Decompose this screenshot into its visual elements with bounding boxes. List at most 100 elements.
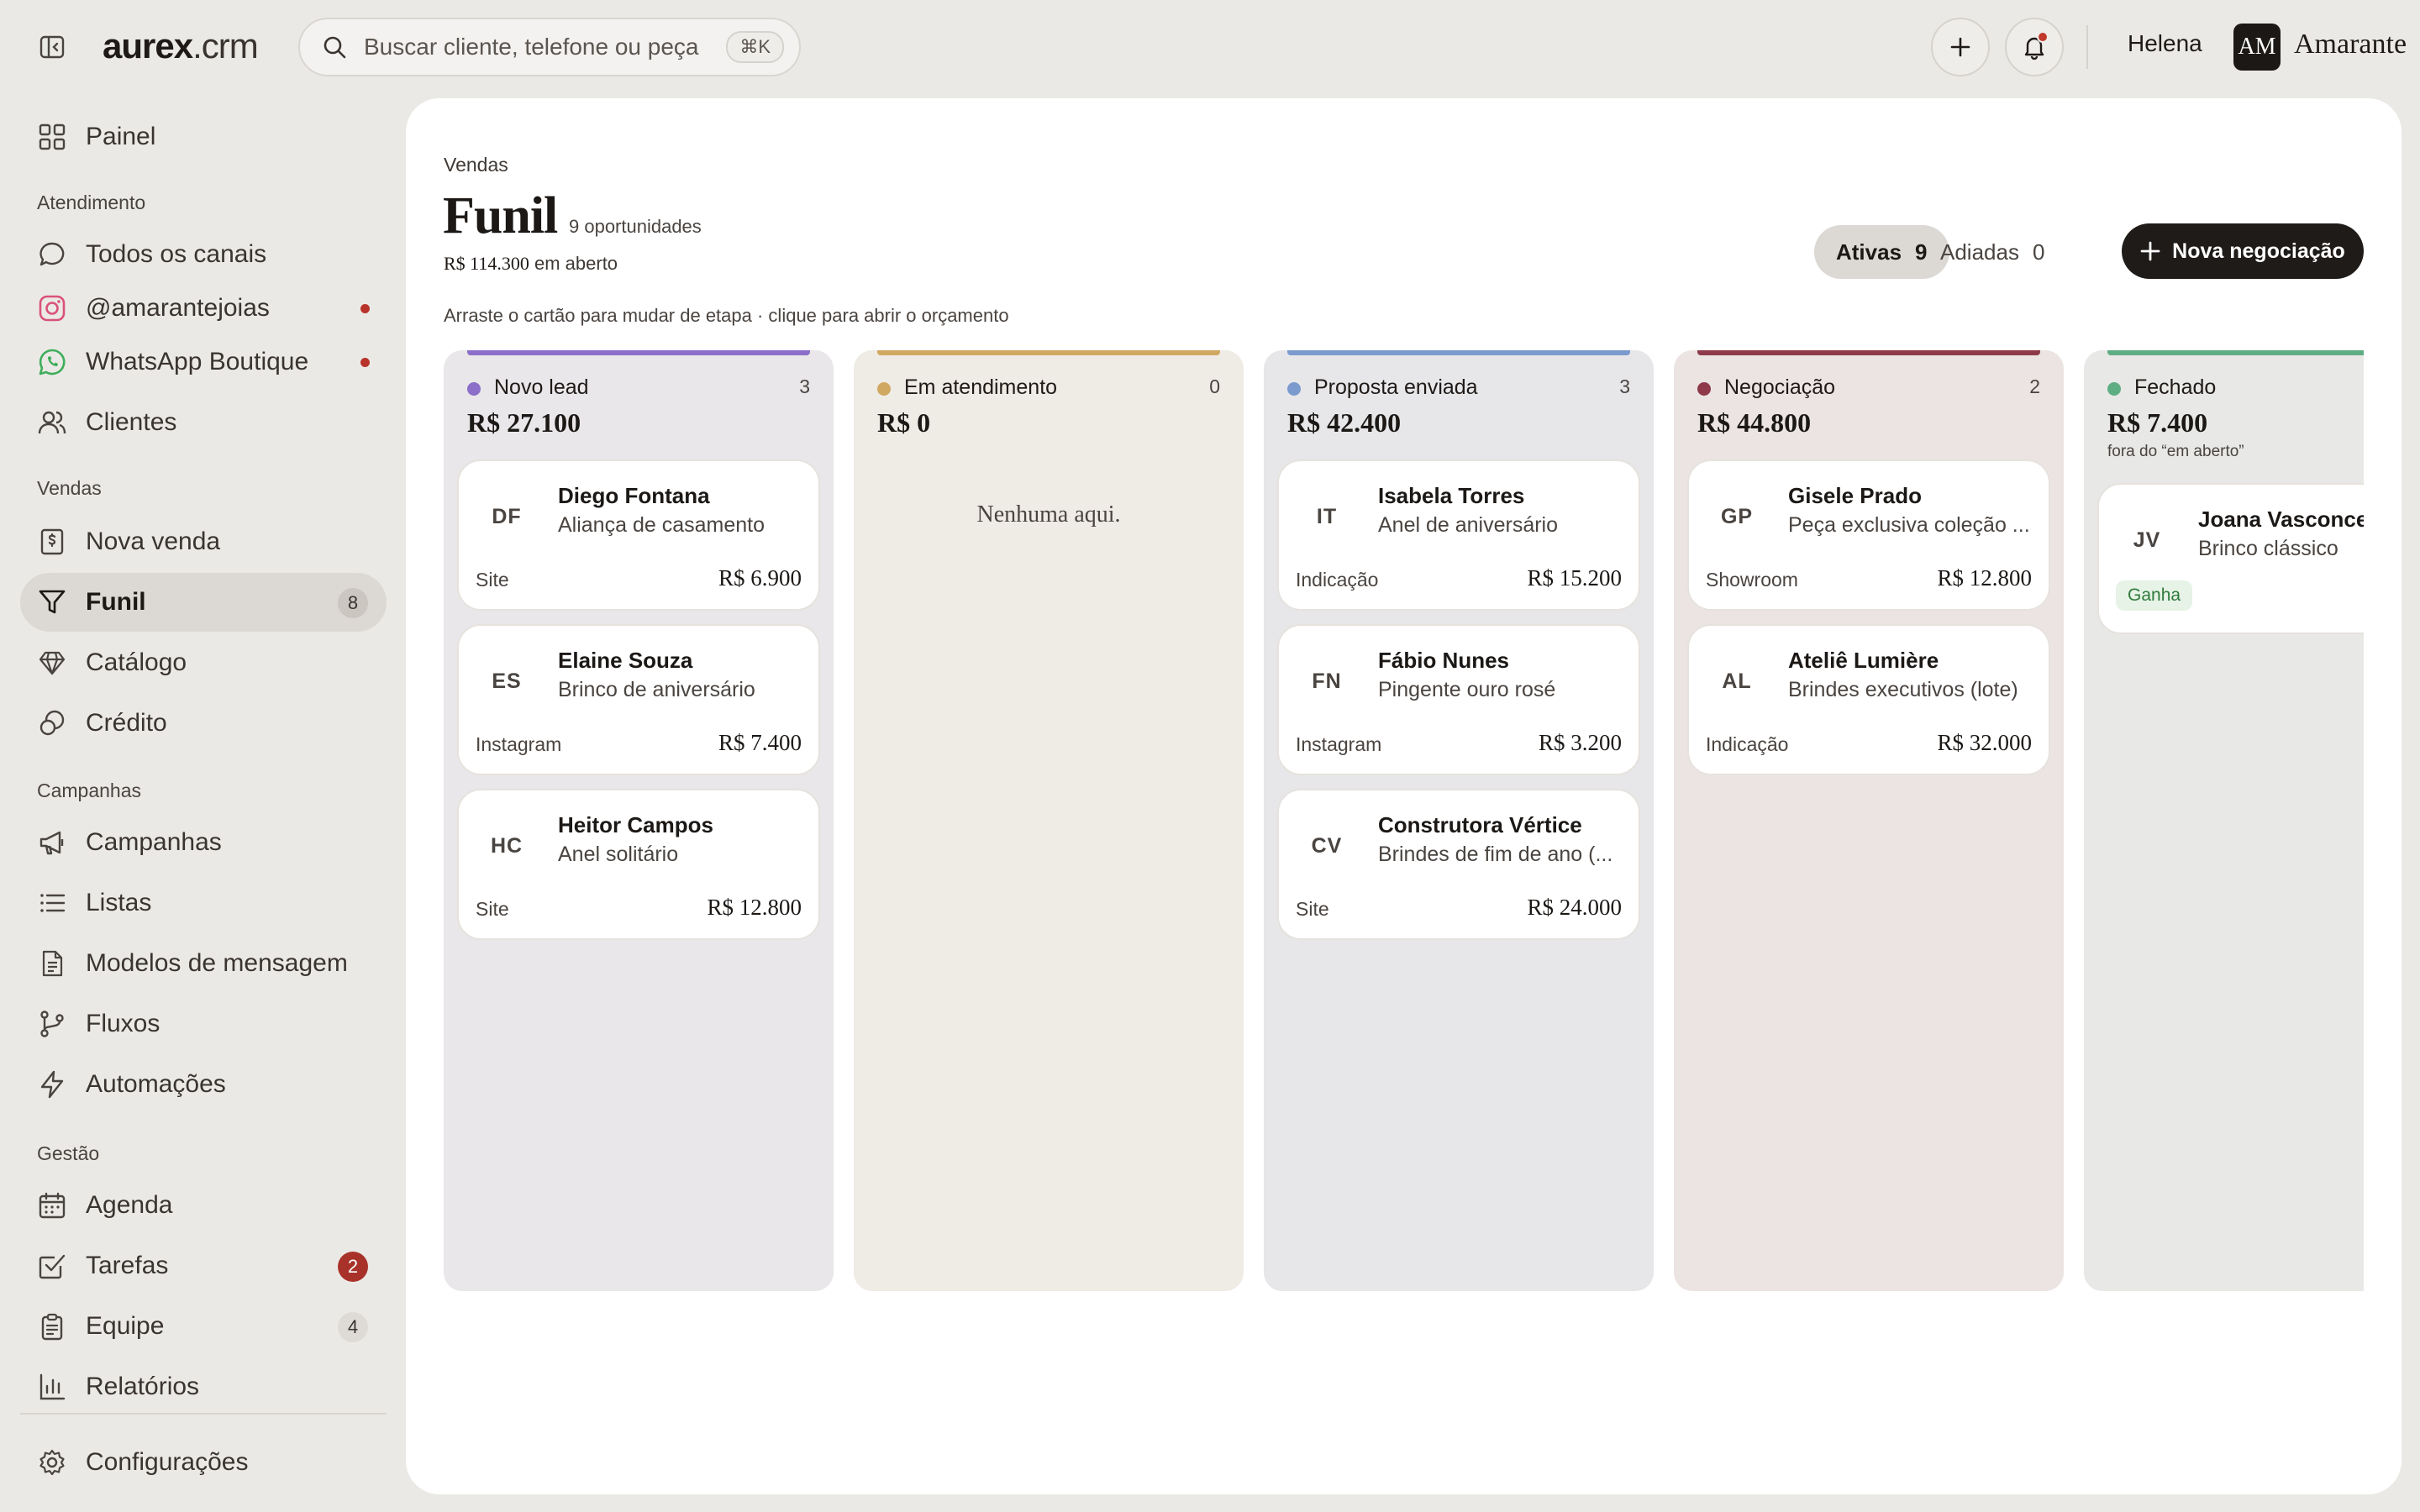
brand-name[interactable]: Amarante	[2294, 29, 2407, 60]
column-total: R$ 27.100	[467, 407, 581, 438]
sidebar-item-label: Todos os canais	[86, 240, 267, 268]
deal-client-name: Ateliê Lumière	[1788, 648, 1939, 673]
deal-value: R$ 12.800	[1937, 565, 2032, 591]
megaphone-icon	[37, 827, 67, 858]
notifications-button[interactable]	[2005, 18, 2064, 76]
lightning-icon	[37, 1069, 67, 1100]
sidebar-item-whatsapp[interactable]: WhatsApp Boutique	[20, 333, 387, 391]
search-input[interactable]: Buscar cliente, telefone ou peça ⌘K	[298, 18, 801, 76]
sidebar-item-label: Crédito	[86, 709, 167, 737]
status-badge: Ganha	[2116, 580, 2193, 611]
sidebar-item-label: Modelos de mensagem	[86, 949, 348, 977]
pipeline-column: Proposta enviada 3 R$ 42.400 IT Isabela Torr…	[1264, 350, 1654, 1291]
plus-icon	[2140, 241, 2160, 261]
sidebar-item-equipe[interactable]: Equipe 4	[20, 1297, 387, 1356]
app-logo[interactable]: aurex.crm	[103, 25, 259, 67]
new-deal-button[interactable]: Nova negociação	[2122, 223, 2364, 279]
sidebar-item-funil[interactable]: Funil 8	[20, 573, 387, 632]
deal-value: R$ 6.900	[718, 565, 802, 591]
deal-card[interactable]: CV Construtora Vértice Brindes de fim de a…	[1277, 789, 1640, 940]
sidebar-item-label: WhatsApp Boutique	[86, 348, 309, 375]
whatsapp-icon	[37, 347, 67, 377]
deal-card[interactable]: GP Gisele Prado Peça exclusiva coleção ...…	[1687, 459, 2050, 611]
deal-card[interactable]: AL Ateliê Lumière Brindes executivos (lote…	[1687, 624, 2050, 775]
deal-source: Instagram	[476, 733, 562, 755]
sidebar-item-tarefas[interactable]: Tarefas 2	[20, 1236, 387, 1295]
sidebar-toggle-icon[interactable]	[37, 32, 67, 62]
divider	[2086, 25, 2088, 69]
sidebar-item-fluxos[interactable]: Fluxos	[20, 995, 387, 1053]
sidebar-item-label: Listas	[86, 889, 152, 916]
user-name[interactable]: Helena	[2128, 30, 2202, 57]
sidebar-item-label: Catálogo	[86, 648, 187, 676]
search-shortcut: ⌘K	[726, 31, 784, 63]
sidebar-item-catalogo[interactable]: Catálogo	[20, 633, 387, 692]
sidebar-item-configuracoes[interactable]: Configurações	[20, 1433, 387, 1492]
column-title[interactable]: Negociação	[1724, 375, 1835, 400]
deal-value: R$ 24.000	[1527, 895, 1622, 920]
deal-description: Pingente ouro rosé	[1378, 678, 1556, 701]
deal-client-name: Gisele Prado	[1788, 483, 1922, 508]
plus-icon	[1950, 37, 1970, 57]
column-count: 2	[2029, 375, 2040, 397]
list-icon	[37, 888, 67, 918]
sidebar-item-agenda[interactable]: Agenda	[20, 1176, 387, 1235]
search-icon	[324, 36, 346, 59]
sidebar-item-label: Campanhas	[86, 828, 222, 856]
page-title: Funil	[443, 187, 558, 244]
sidebar-item-clientes[interactable]: Clientes	[20, 393, 387, 452]
chat-bubble-icon	[37, 239, 67, 270]
deal-description: Aliança de casamento	[558, 513, 765, 537]
sidebar-item-todos-canais[interactable]: Todos os canais	[20, 225, 387, 284]
deal-source: Site	[1296, 898, 1329, 920]
filter-postponed-tab[interactable]: Adiadas 0	[1918, 225, 2066, 279]
document-icon	[37, 948, 67, 979]
column-color-bar	[1287, 350, 1630, 355]
deal-card[interactable]: JV Joana Vasconcelos Brinco clássicoGanha	[2097, 483, 2364, 634]
deal-card[interactable]: DF Diego Fontana Aliança de casamento Site R…	[457, 459, 820, 611]
dashboard-icon	[37, 122, 67, 152]
avatar: ES	[492, 669, 522, 693]
deal-source: Site	[476, 569, 509, 591]
sidebar-item-nova-venda[interactable]: Nova venda	[20, 512, 387, 571]
open-total-label: em aberto	[534, 253, 618, 274]
sidebar-item-painel[interactable]: Painel	[20, 108, 387, 166]
sidebar-item-label: Nova venda	[86, 528, 221, 555]
breadcrumb[interactable]: Vendas	[444, 154, 508, 176]
column-status-dot	[877, 382, 891, 396]
sidebar-item-label: Equipe	[86, 1312, 165, 1340]
add-button[interactable]	[1931, 18, 1990, 76]
sidebar-item-listas[interactable]: Listas	[20, 874, 387, 932]
deal-card[interactable]: IT Isabela Torres Anel de aniversário Indic…	[1277, 459, 1640, 611]
pipeline-column: Negociação 2 R$ 44.800 GP Gisele Prado Peça e…	[1674, 350, 2064, 1291]
deal-description: Anel solitário	[558, 843, 679, 866]
deal-source: Instagram	[1296, 733, 1382, 755]
deal-client-name: Joana Vasconcelos	[2198, 507, 2364, 532]
column-title[interactable]: Em atendimento	[904, 375, 1057, 400]
sidebar-item-credito[interactable]: Crédito	[20, 694, 387, 753]
column-title[interactable]: Fechado	[2134, 375, 2216, 400]
sidebar-item-instagram[interactable]: @amarantejoias	[20, 279, 387, 338]
column-count: 3	[1619, 375, 1630, 397]
deal-card[interactable]: HC Heitor Campos Anel solitário Site R$ 12.8…	[457, 789, 820, 940]
deal-description: Brindes de fim de ano (...	[1378, 843, 1613, 866]
column-title[interactable]: Novo lead	[494, 375, 589, 400]
sidebar-item-label: @amarantejoias	[86, 294, 270, 322]
sidebar-item-automacoes[interactable]: Automações	[20, 1055, 387, 1114]
brand-avatar[interactable]: AM	[2233, 24, 2281, 71]
sidebar-item-campanhas[interactable]: Campanhas	[20, 813, 387, 872]
sidebar-item-modelos[interactable]: Modelos de mensagem	[20, 934, 387, 993]
count-badge: 4	[338, 1312, 368, 1342]
deal-description: Anel de aniversário	[1378, 513, 1559, 537]
deal-card[interactable]: FN Fábio Nunes Pingente ouro rosé Instagram…	[1277, 624, 1640, 775]
pipeline-column: Fechado R$ 7.400 fora do “em aberto” JV Joan…	[2084, 350, 2364, 1291]
column-total: R$ 7.400	[2107, 407, 2208, 438]
avatar: GP	[1720, 504, 1754, 528]
avatar: CV	[1311, 833, 1343, 858]
deal-source: Site	[476, 898, 509, 920]
column-title[interactable]: Proposta enviada	[1314, 375, 1478, 400]
sidebar-item-relatorios[interactable]: Relatórios	[20, 1357, 387, 1416]
sidebar: Painel Atendimento Todos os canais @amar…	[0, 94, 403, 1512]
column-empty-state: Nenhuma aqui.	[976, 501, 1121, 528]
deal-card[interactable]: ES Elaine Souza Brinco de aniversário Insta…	[457, 624, 820, 775]
